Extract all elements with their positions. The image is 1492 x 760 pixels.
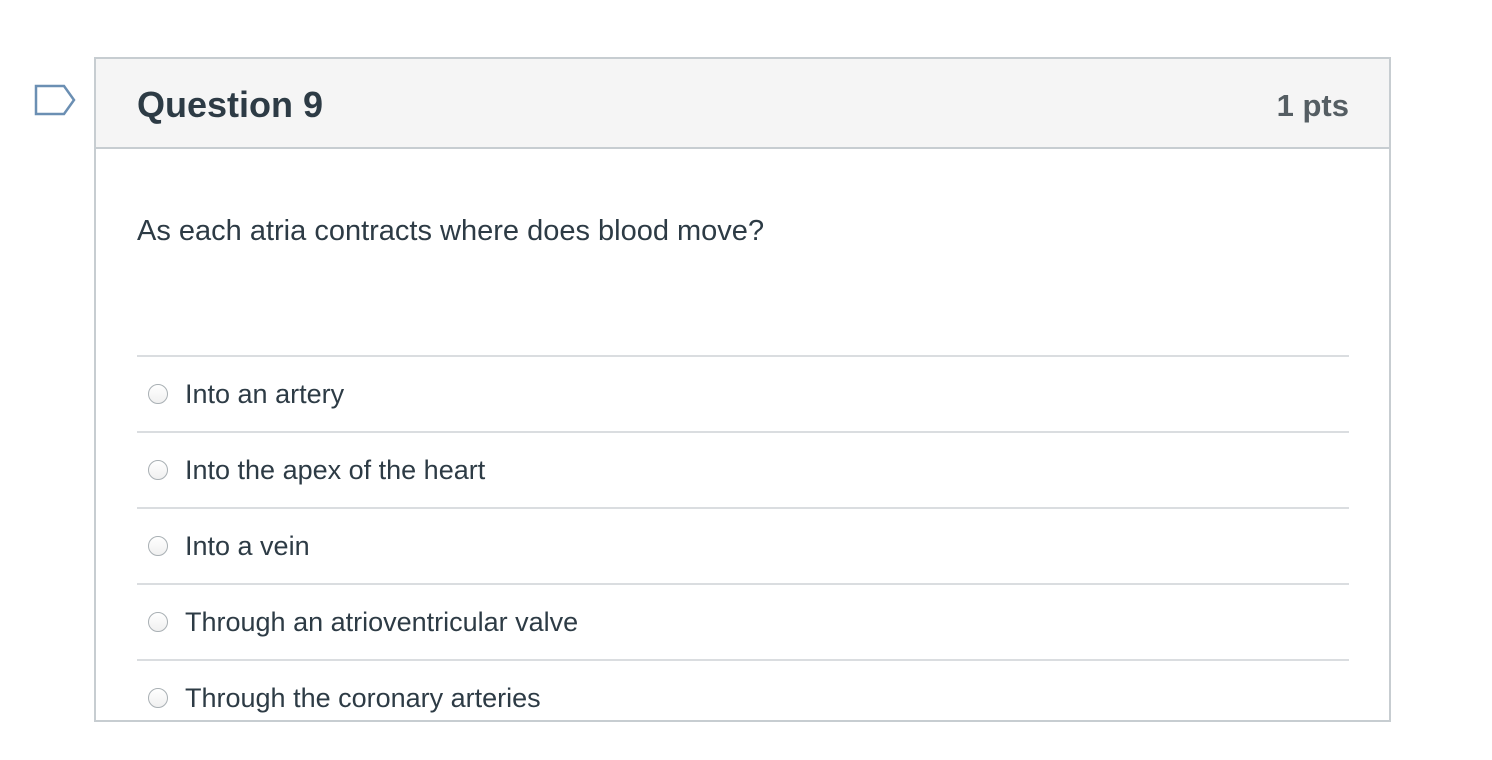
answer-option[interactable]: Into an artery <box>137 357 1349 433</box>
bookmark-flag-icon <box>34 84 76 116</box>
quiz-page: Question 9 1 pts As each atria contracts… <box>0 0 1492 760</box>
answer-option[interactable]: Into the apex of the heart <box>137 433 1349 509</box>
question-text: As each atria contracts where does blood… <box>137 215 765 247</box>
question-title: Question 9 <box>137 84 324 125</box>
answer-label: Through the coronary arteries <box>185 683 541 713</box>
answer-option[interactable]: Through an atrioventricular valve <box>137 585 1349 661</box>
answer-list: Into an artery Into the apex of the hear… <box>137 355 1349 735</box>
radio-button[interactable] <box>148 460 168 480</box>
answer-label: Into the apex of the heart <box>185 455 486 485</box>
answer-option[interactable]: Into a vein <box>137 509 1349 585</box>
radio-button[interactable] <box>148 536 168 556</box>
question-body: As each atria contracts where does blood… <box>96 149 1389 735</box>
radio-button[interactable] <box>148 612 168 632</box>
answer-label: Into an artery <box>185 379 345 409</box>
flag-question-icon[interactable] <box>34 84 78 118</box>
question-header: Question 9 1 pts <box>96 59 1389 149</box>
question-card: Question 9 1 pts As each atria contracts… <box>94 57 1391 722</box>
answer-option[interactable]: Through the coronary arteries <box>137 661 1349 735</box>
question-points: 1 pts <box>1276 88 1349 123</box>
answer-label: Through an atrioventricular valve <box>185 607 579 637</box>
radio-button[interactable] <box>148 688 168 708</box>
radio-button[interactable] <box>148 384 168 404</box>
answer-label: Into a vein <box>185 531 310 561</box>
